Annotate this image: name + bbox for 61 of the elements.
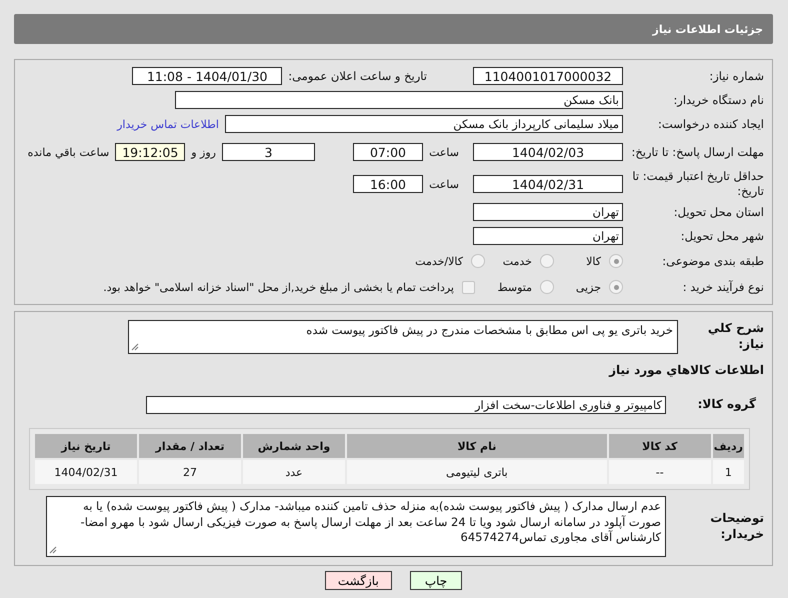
radio-button[interactable]: [471, 254, 485, 268]
table-cell: باتری لیتیومی: [347, 460, 607, 484]
requester-field[interactable]: میلاد سلیمانی کارپرداز بانک مسکن: [225, 115, 623, 133]
radio-label: کالا/خدمت: [415, 254, 463, 268]
checkbox-label: پرداخت تمام یا بخشی از مبلغ خرید,از محل "اسناد خزانه اسلامی" خواهد بود.: [103, 280, 454, 294]
table-cell: 1404/02/31: [35, 460, 137, 484]
table-cell: 27: [139, 460, 241, 484]
date-field[interactable]: 1404/02/31: [473, 175, 623, 193]
field-label: مهلت ارسال پاسخ: تا تاریخ:: [630, 144, 764, 160]
column-header: واحد شمارش: [243, 434, 345, 458]
table-cell: 1: [712, 460, 744, 484]
announce-date-field[interactable]: 1404/01/30 - 11:08: [132, 67, 282, 85]
field-label: حداقل تاریخ اعتبار قیمت: تا تاریخ:: [631, 169, 764, 199]
field-label: شهر محل تحویل:: [680, 228, 764, 244]
days-label: روز و: [191, 146, 216, 158]
radio-label: کالا: [586, 254, 601, 268]
page-title: جزئیات اطلاعات نیاز: [14, 14, 773, 44]
column-header: تعداد / مقدار: [139, 434, 241, 458]
radio-button[interactable]: [609, 280, 623, 294]
field-label: تاریخ و ساعت اعلان عمومی:: [288, 68, 427, 84]
table-cell: --: [608, 460, 711, 484]
radio-label: متوسط: [497, 280, 532, 294]
need-number-field[interactable]: 1104001017000032: [473, 67, 623, 85]
field-label: ایجاد کننده درخواست:: [657, 116, 764, 132]
field-label: شرح کلي نیاز:: [706, 321, 764, 353]
field-label: شماره نیاز:: [708, 68, 764, 84]
checkbox[interactable]: [462, 280, 475, 294]
field-label: نوع فرآیند خرید :: [682, 280, 764, 294]
table-cell: عدد: [243, 460, 345, 484]
print-button[interactable]: چاپ: [410, 571, 462, 590]
section-heading: اطلاعات کالاهاي مورد نیاز: [609, 363, 764, 379]
description-box[interactable]: خرید باتری یو پی اس مطابق با مشخصات مندرج در پیش فاکتور پیوست شده: [128, 320, 678, 354]
location-field[interactable]: تهران: [473, 203, 623, 221]
column-header: ردیف: [712, 434, 744, 458]
field-label: گروه کالا:: [696, 397, 757, 413]
radio-button[interactable]: [540, 254, 554, 268]
column-header: کد کالا: [608, 434, 711, 458]
field-label: نام دستگاه خریدار:: [672, 92, 764, 108]
date-field[interactable]: 1404/02/03: [473, 143, 623, 161]
goods-group-field[interactable]: کامپیوتر و فناوری اطلاعات-سخت افزار: [146, 396, 666, 414]
days-field[interactable]: 3: [222, 143, 315, 161]
radio-button[interactable]: [540, 280, 554, 294]
column-header: نام کالا: [347, 434, 607, 458]
back-button[interactable]: بازگشت: [324, 571, 392, 590]
time-field[interactable]: 07:00: [353, 143, 423, 161]
field-label: توضیحات خریدار:: [709, 510, 764, 542]
remaining-time-field[interactable]: 19:12:05: [115, 143, 186, 161]
buyer-contact-link[interactable]: اطلاعات تماس خریدار: [117, 118, 219, 130]
location-field[interactable]: تهران: [473, 227, 623, 245]
field-label: استان محل تحویل:: [672, 204, 764, 220]
buyer-org-field[interactable]: بانک مسکن: [175, 91, 623, 109]
time-field[interactable]: 16:00: [353, 175, 423, 193]
time-label: ساعت: [429, 178, 459, 190]
radio-label: خدمت: [502, 254, 532, 268]
radio-button[interactable]: [609, 254, 623, 268]
field-label: طبقه بندی موضوعی:: [661, 254, 764, 268]
column-header: تاریخ نیاز: [35, 434, 137, 458]
remaining-label: ساعت باقي مانده: [28, 146, 110, 158]
radio-label: جزیی: [576, 280, 601, 294]
buyer-notes-box[interactable]: عدم ارسال مدارک ( پیش فاکتور پیوست شده)به منزله حذف تامین کننده میباشد- مدارک ( پیش فاکتور پیوست شده) یا به صورت آپلود در سامانه ارسال شود ویا تا 24 ساعت بعد از مهلت ارسال پاسخ به صورت فیزیکی ارسال شود با مهرو امضا- کارشناس آقای مجاوری تماس64574274: [46, 496, 666, 557]
time-label: ساعت: [429, 146, 459, 158]
